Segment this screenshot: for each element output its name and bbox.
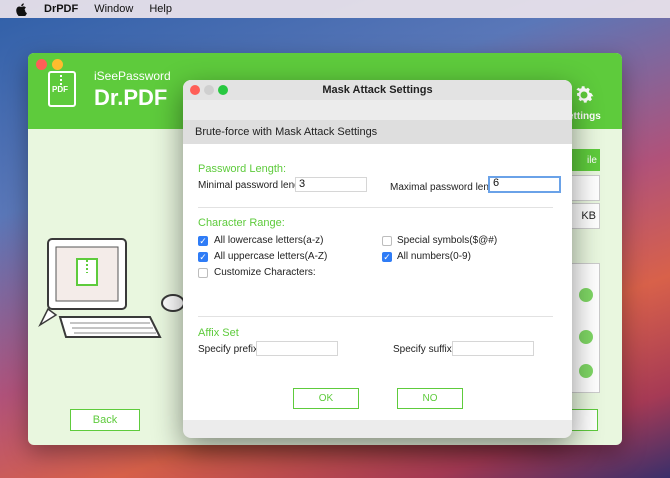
suffix-label: Specify suffix: (393, 344, 455, 355)
lowercase-label: All lowercase letters(a-z) (214, 235, 324, 246)
numbers-label: All numbers(0-9) (397, 251, 471, 262)
divider (198, 316, 553, 317)
dialog-zoom-button[interactable] (218, 85, 228, 95)
numbers-checkbox[interactable]: ✓ (382, 252, 392, 262)
attack-options-panel (568, 263, 600, 393)
window-close-button[interactable] (36, 59, 47, 70)
password-length-heading: Password Length: (198, 163, 287, 175)
uppercase-checkbox[interactable]: ✓ (198, 252, 208, 262)
customize-label: Customize Characters: (214, 267, 316, 278)
mask-attack-dialog: Mask Attack Settings Brute-force with Ma… (183, 80, 572, 438)
select-file-button[interactable]: ile (568, 149, 600, 171)
suffix-input[interactable] (452, 341, 534, 356)
affix-heading: Affix Set (198, 327, 239, 339)
divider (198, 207, 553, 208)
menu-bar: DrPDF Window Help (0, 0, 670, 18)
lowercase-checkbox[interactable]: ✓ (198, 236, 208, 246)
customize-checkbox[interactable] (198, 268, 208, 278)
apple-icon[interactable] (14, 2, 28, 16)
start-button[interactable] (568, 409, 598, 431)
character-range-heading: Character Range: (198, 217, 285, 229)
file-size-field: KB (568, 203, 600, 229)
dialog-title: Mask Attack Settings (183, 80, 572, 100)
option-toggle[interactable] (579, 330, 593, 344)
special-symbols-label: Special symbols($@#) (397, 235, 498, 246)
gear-icon[interactable] (572, 83, 596, 107)
option-toggle[interactable] (579, 288, 593, 302)
brand-title: Dr.PDF (94, 85, 168, 110)
option-toggle[interactable] (579, 364, 593, 378)
dialog-close-button[interactable] (190, 85, 200, 95)
pdf-logo-icon: PDF (48, 71, 76, 107)
dialog-panel: Password Length: Minimal password length… (183, 144, 572, 420)
max-length-input[interactable]: 6 (488, 176, 561, 193)
file-path-field (568, 175, 600, 201)
settings-label[interactable]: ettings (568, 111, 601, 122)
menu-help[interactable]: Help (149, 3, 172, 15)
dialog-subtitle: Brute-force with Mask Attack Settings (183, 120, 572, 144)
brand-subtitle: iSeePassword (94, 69, 171, 83)
prefix-label: Specify prefix: (198, 344, 261, 355)
min-length-label: Minimal password length: (198, 180, 311, 191)
dialog-minimize-button (204, 85, 214, 95)
computer-illustration (38, 238, 185, 338)
back-button[interactable]: Back (70, 409, 140, 431)
uppercase-label: All uppercase letters(A-Z) (214, 251, 328, 262)
menu-app-name[interactable]: DrPDF (44, 3, 78, 15)
min-length-input[interactable]: 3 (295, 177, 367, 192)
prefix-input[interactable] (256, 341, 338, 356)
special-symbols-checkbox[interactable] (382, 236, 392, 246)
ok-button[interactable]: OK (293, 388, 359, 409)
no-button[interactable]: NO (397, 388, 463, 409)
window-minimize-button[interactable] (52, 59, 63, 70)
menu-window[interactable]: Window (94, 3, 133, 15)
